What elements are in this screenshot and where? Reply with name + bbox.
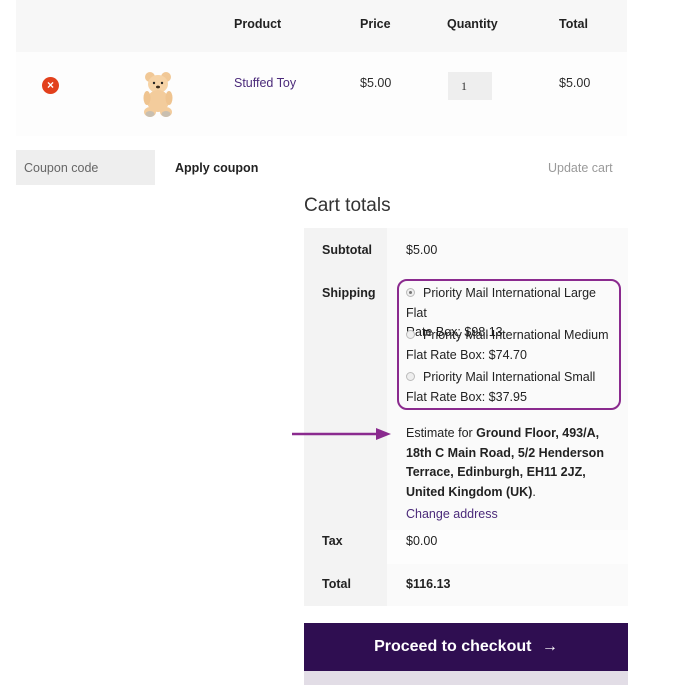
apply-coupon-button[interactable]: Apply coupon (175, 161, 258, 175)
product-link[interactable]: Stuffed Toy (234, 76, 296, 90)
tax-value: $0.00 (406, 534, 438, 548)
remove-item-icon[interactable]: × (42, 77, 59, 94)
proceed-to-checkout-button[interactable]: Proceed to checkout → (304, 623, 628, 671)
shipping-option-medium-line1: Priority Mail International Medium (423, 328, 609, 342)
quantity-input[interactable] (448, 72, 492, 100)
shipping-option-small-line2: Flat Rate Box: $37.95 (406, 389, 527, 404)
shipping-estimate: Estimate for Ground Floor, 493/A, 18th C… (406, 424, 621, 502)
radio-small[interactable] (406, 372, 415, 381)
radio-medium[interactable] (406, 330, 415, 339)
cart-table-header (16, 0, 627, 52)
subtotal-value: $5.00 (406, 243, 438, 257)
subtotal-label: Subtotal (322, 243, 372, 257)
product-total: $5.00 (559, 76, 591, 90)
header-quantity: Quantity (447, 17, 498, 31)
shipping-option-small-line1: Priority Mail International Small (423, 370, 596, 384)
header-price: Price (360, 17, 391, 31)
table-row (16, 52, 627, 136)
estimate-suffix: . (532, 484, 536, 499)
checkout-underlay (304, 671, 628, 685)
coupon-code-input[interactable] (16, 150, 155, 185)
shipping-option-medium-line2: Flat Rate Box: $74.70 (406, 347, 527, 362)
shipping-option-large-line1: Priority Mail International Large Flat (406, 286, 596, 320)
total-value: $116.13 (406, 577, 451, 591)
annotation-arrow-icon (292, 428, 391, 440)
header-total: Total (559, 17, 588, 31)
update-cart-button[interactable]: Update cart (548, 161, 613, 175)
cart-totals-label-column (304, 228, 387, 606)
shipping-label: Shipping (322, 286, 376, 300)
estimate-prefix: Estimate for (406, 426, 477, 440)
tax-label: Tax (322, 534, 343, 548)
shipping-option-medium[interactable]: Priority Mail International Medium Flat … (406, 326, 618, 365)
teddy-bear-image[interactable] (139, 70, 177, 118)
product-price: $5.00 (360, 76, 392, 90)
arrow-right-icon: → (541, 638, 558, 655)
total-label: Total (322, 577, 351, 591)
shipping-option-small[interactable]: Priority Mail International Small Flat R… (406, 368, 618, 407)
radio-large[interactable] (406, 288, 415, 297)
change-address-link[interactable]: Change address (406, 507, 498, 521)
cart-totals-title: Cart totals (304, 195, 391, 216)
checkout-label: Proceed to checkout (374, 638, 532, 655)
header-product: Product (234, 17, 282, 31)
